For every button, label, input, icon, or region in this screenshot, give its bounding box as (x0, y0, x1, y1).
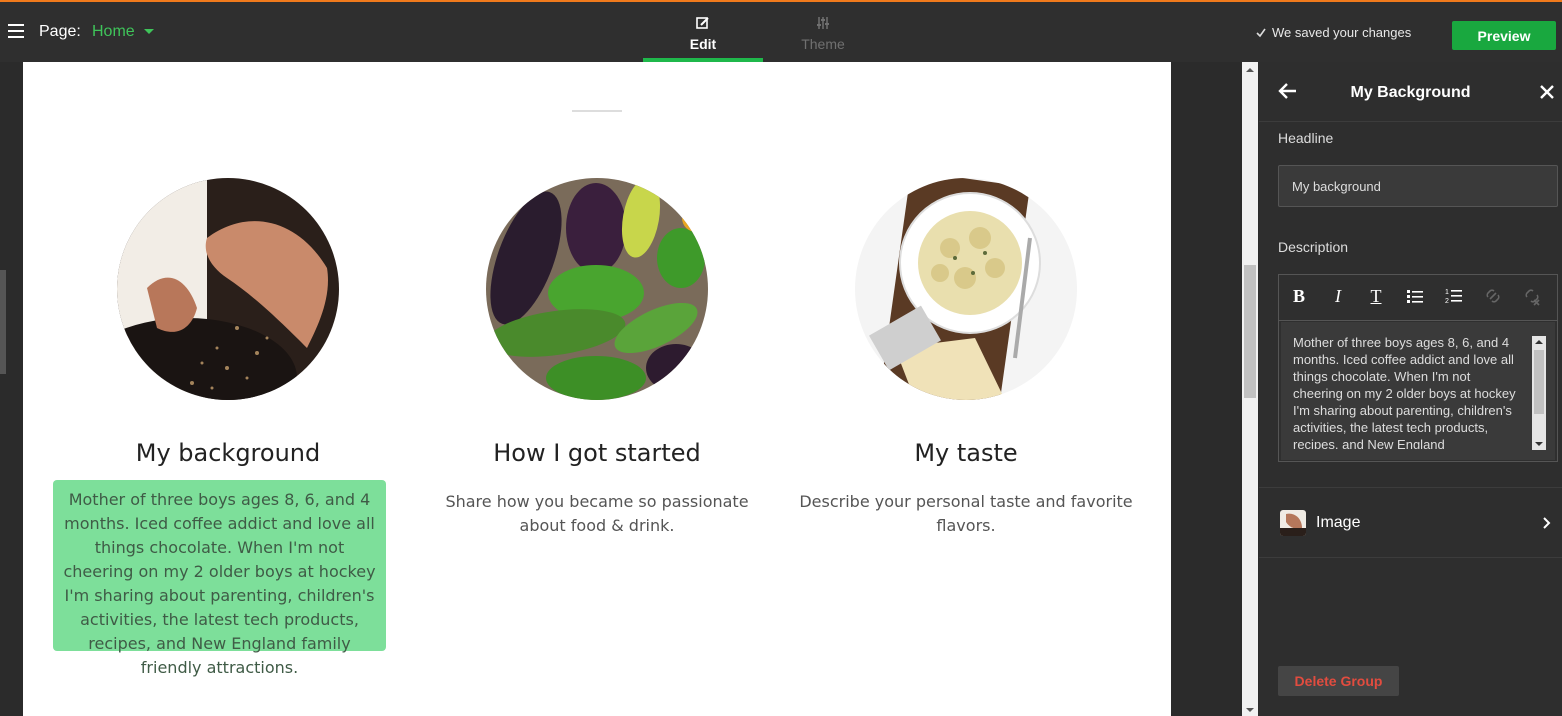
numbered-list-icon[interactable]: 1 2 (1443, 285, 1465, 307)
image-label: Image (1316, 514, 1361, 531)
column-description[interactable]: Describe your personal taste and favorit… (796, 490, 1136, 538)
headline-label: Headline (1278, 130, 1334, 146)
column-heading[interactable]: How I got started (422, 439, 772, 467)
tab-theme-label: Theme (801, 36, 845, 52)
bullet-list-icon[interactable] (1404, 285, 1426, 307)
scroll-down-icon[interactable] (1246, 708, 1254, 712)
column-image[interactable] (486, 178, 708, 400)
column-description-selected[interactable]: Mother of three boys ages 8, 6, and 4 mo… (53, 480, 386, 677)
page-select[interactable]: Home (92, 23, 135, 41)
column-description[interactable]: Share how you became so passionate about… (427, 490, 767, 538)
preview-button[interactable]: Preview (1452, 21, 1556, 50)
image-setting-row[interactable]: Image (1259, 487, 1562, 558)
tab-theme[interactable]: Theme (763, 2, 883, 62)
tab-edit[interactable]: Edit (643, 2, 763, 62)
close-icon[interactable] (1539, 84, 1555, 100)
editor-scrollbar-thumb[interactable] (1534, 350, 1544, 414)
top-bar: Page: Home Edit Theme We saved your chan… (0, 2, 1562, 62)
rich-text-editor: B I T 1 2 Mother of three boys ages 8, 6… (1278, 274, 1558, 462)
feature-column-2[interactable]: How I got started Share how you became s… (422, 62, 772, 716)
bold-button[interactable]: B (1288, 285, 1310, 307)
page-label: Page: (39, 23, 81, 40)
svg-text:2: 2 (1445, 298, 1449, 305)
feature-column-3[interactable]: My taste Describe your personal taste an… (791, 62, 1141, 716)
unlink-icon[interactable] (1521, 285, 1543, 307)
edit-icon (696, 17, 709, 29)
tab-edit-label: Edit (689, 36, 717, 52)
left-gutter-handle[interactable] (0, 270, 6, 374)
description-label: Description (1278, 239, 1349, 255)
scrollbar-thumb[interactable] (1244, 265, 1256, 398)
scroll-down-icon[interactable] (1535, 442, 1543, 446)
page-canvas: My background Mother of three boys ages … (23, 62, 1171, 716)
caret-down-icon[interactable] (144, 29, 154, 34)
panel-title: My Background (1350, 84, 1471, 101)
column-heading[interactable]: My taste (791, 439, 1141, 467)
clear-format-button[interactable]: T (1365, 285, 1387, 307)
save-status-text: We saved your changes (1272, 25, 1412, 40)
menu-icon[interactable] (8, 24, 24, 38)
editor-scrollbar[interactable] (1532, 336, 1546, 450)
canvas-scrollbar[interactable] (1242, 62, 1258, 716)
scroll-up-icon[interactable] (1535, 340, 1543, 344)
feature-column-1[interactable]: My background Mother of three boys ages … (53, 62, 403, 716)
description-text[interactable]: Mother of three boys ages 8, 6, and 4 mo… (1293, 334, 1523, 449)
panel-header: My Background (1259, 62, 1562, 122)
settings-panel: My Background Headline Description B I T… (1259, 62, 1562, 716)
headline-input[interactable] (1278, 165, 1558, 207)
sliders-icon (817, 17, 829, 29)
description-textarea[interactable]: Mother of three boys ages 8, 6, and 4 mo… (1281, 322, 1555, 460)
save-status: We saved your changes (1256, 25, 1411, 40)
link-icon[interactable] (1482, 285, 1504, 307)
scroll-up-icon[interactable] (1246, 68, 1254, 72)
column-image[interactable] (117, 178, 339, 400)
column-image[interactable] (855, 178, 1077, 400)
delete-group-button[interactable]: Delete Group (1278, 666, 1399, 696)
checkmark-icon (1256, 28, 1266, 38)
chevron-right-icon (1543, 517, 1551, 529)
column-heading[interactable]: My background (53, 439, 403, 467)
italic-button[interactable]: I (1327, 285, 1349, 307)
image-thumbnail (1280, 510, 1306, 536)
svg-text:1: 1 (1445, 289, 1449, 296)
editor-toolbar: B I T 1 2 (1279, 275, 1557, 321)
